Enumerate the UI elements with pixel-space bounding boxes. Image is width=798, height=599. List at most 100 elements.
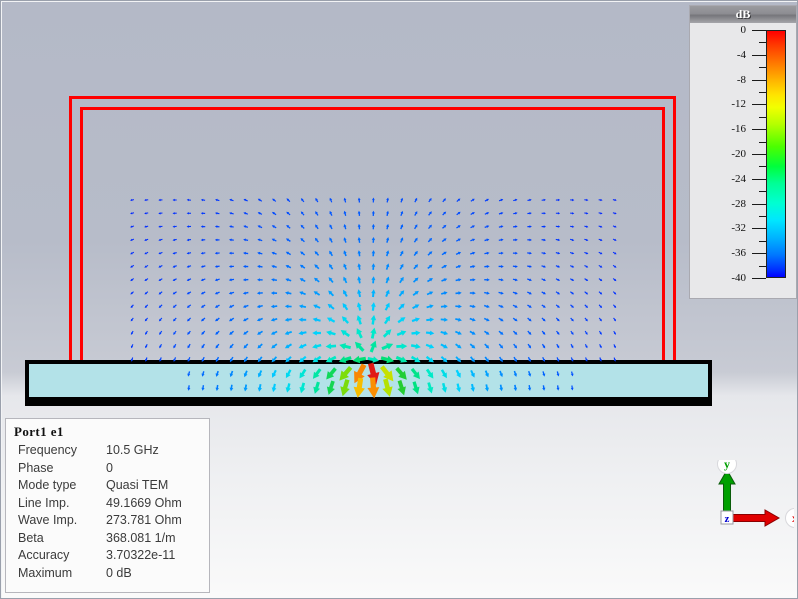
field-arrow — [257, 212, 263, 215]
field-arrow — [200, 278, 206, 282]
field-arrow — [410, 355, 421, 363]
field-arrow — [243, 238, 249, 242]
field-arrow — [371, 289, 376, 298]
field-arrow — [159, 357, 162, 362]
field-arrow — [215, 343, 220, 349]
field-arrow — [512, 330, 518, 335]
field-arrow — [498, 278, 504, 282]
field-arrow — [343, 210, 347, 216]
field-arrow — [357, 223, 361, 230]
field-arrow — [299, 264, 306, 269]
field-arrow — [455, 304, 462, 309]
field-arrow — [270, 317, 278, 322]
field-arrow — [186, 198, 191, 202]
3d-viewport[interactable]: dB 0 -4 -8 -12 -16 -20 -24 -28 -32 -36 -40 Port1 e… — [2, 2, 797, 598]
field-arrow — [441, 278, 448, 282]
field-arrow — [470, 251, 476, 255]
field-arrow — [411, 330, 421, 336]
field-arrow — [130, 357, 134, 362]
legend-label: -32 — [731, 222, 746, 235]
field-arrow — [284, 343, 292, 349]
field-arrow — [214, 304, 220, 308]
field-arrow — [498, 251, 504, 255]
field-arrow — [612, 278, 617, 282]
field-arrow — [272, 198, 277, 202]
field-arrow — [313, 291, 321, 296]
field-arrow — [412, 290, 419, 296]
legend-label: 0 — [740, 24, 747, 36]
field-arrow — [186, 238, 192, 242]
field-arrow — [300, 251, 306, 256]
field-arrow — [440, 369, 447, 379]
field-arrow — [242, 278, 249, 282]
field-arrow — [229, 317, 235, 322]
field-arrow — [286, 211, 291, 216]
field-arrow — [370, 327, 377, 339]
field-arrow — [455, 265, 462, 269]
field-arrow — [513, 198, 518, 202]
field-arrow — [186, 291, 192, 295]
field-arrow — [286, 225, 291, 229]
field-arrow — [612, 264, 617, 268]
z-axis-label: z — [725, 513, 730, 525]
field-arrow — [541, 251, 547, 255]
field-arrow — [413, 237, 418, 243]
field-arrow — [570, 357, 574, 362]
legend-tick-minor — [759, 67, 766, 69]
legend-tick-major — [752, 129, 766, 131]
legend-tick-minor — [759, 216, 766, 217]
legend-label: -40 — [731, 272, 746, 284]
legend-tick-major — [752, 228, 766, 230]
field-arrow — [187, 357, 191, 362]
field-arrow — [385, 263, 390, 270]
field-arrow — [440, 356, 448, 363]
field-arrow — [455, 278, 462, 282]
field-arrow — [299, 355, 307, 363]
field-arrow — [130, 291, 134, 295]
field-arrow — [342, 303, 349, 311]
field-arrow — [214, 265, 220, 268]
field-arrow — [498, 304, 504, 308]
field-arrow — [542, 371, 546, 377]
field-arrow — [286, 198, 291, 203]
field-arrow — [599, 344, 602, 349]
field-arrow — [570, 251, 575, 255]
field-arrow — [426, 304, 434, 309]
field-arrow — [214, 291, 220, 295]
field-arrow — [455, 317, 462, 322]
field-arrow — [612, 225, 617, 228]
field-arrow — [256, 317, 263, 322]
field-arrow — [343, 263, 347, 270]
field-arrow — [201, 371, 205, 377]
info-row-value: 0 — [106, 460, 113, 475]
field-arrow — [527, 225, 532, 228]
field-arrow — [325, 343, 337, 350]
field-arrow — [555, 212, 561, 215]
field-arrow — [329, 197, 333, 203]
field-arrow — [343, 250, 347, 257]
info-row: Mode type Quasi TEM — [12, 477, 203, 495]
field-arrow — [370, 302, 376, 311]
info-row-value: 49.1669 Ohm — [106, 495, 182, 510]
field-arrow — [484, 384, 489, 392]
field-arrow — [159, 330, 163, 335]
port-info-table: Frequency 10.5 GHz Phase 0 Mode type Quasi TE… — [12, 442, 203, 582]
field-arrow — [285, 265, 292, 269]
field-arrow — [512, 251, 518, 255]
field-arrow — [570, 238, 575, 242]
field-arrow — [499, 384, 504, 392]
field-arrow — [440, 317, 448, 322]
field-arrow — [527, 356, 531, 362]
field-arrow — [456, 211, 461, 216]
field-arrow — [243, 384, 248, 392]
field-arrow — [484, 370, 489, 378]
field-arrow — [598, 278, 603, 282]
field-arrow — [484, 343, 490, 349]
field-arrow — [598, 304, 603, 308]
field-arrow — [585, 357, 588, 362]
field-arrow — [483, 317, 490, 322]
legend-label: -28 — [731, 197, 746, 210]
field-arrow — [144, 198, 149, 202]
field-arrow — [541, 304, 546, 308]
field-arrow — [144, 212, 149, 215]
